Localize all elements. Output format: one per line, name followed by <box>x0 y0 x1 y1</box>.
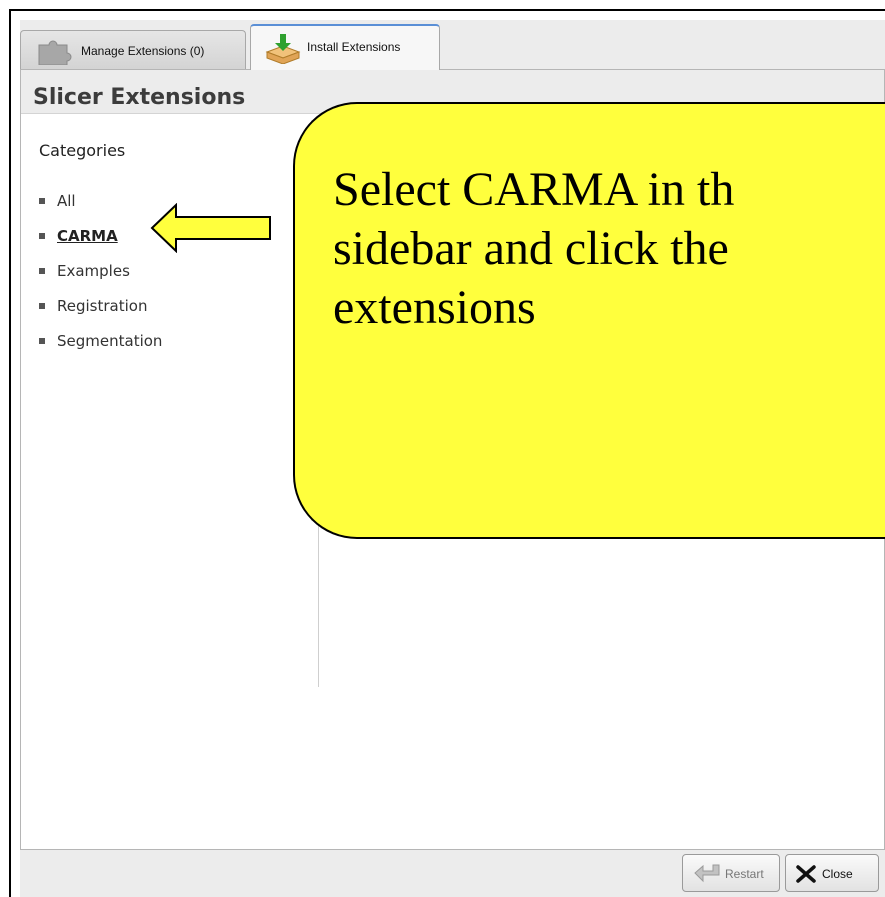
frame-border-top <box>9 9 885 11</box>
sidebar-heading: Categories <box>39 141 126 160</box>
instruction-callout: Select CARMA in th sidebar and click the… <box>293 102 885 539</box>
callout-line: sidebar and click the <box>333 222 729 275</box>
category-sidebar: Categories All CARMA Examples Registrati… <box>21 115 319 687</box>
category-label: Examples <box>57 261 130 280</box>
tab-manage-extensions-label: Manage Extensions (0) <box>81 44 205 58</box>
bullet-icon <box>39 302 45 309</box>
left-arrow-icon <box>150 202 272 258</box>
callout-line: extensions <box>333 281 536 334</box>
tab-install-extensions[interactable]: Install Extensions <box>250 24 440 70</box>
category-item-segmentation[interactable]: Segmentation <box>39 323 162 358</box>
tab-bar: Manage Extensions (0) Install Extensions <box>20 20 885 70</box>
close-button[interactable]: Close <box>785 854 879 892</box>
bullet-icon <box>39 337 45 344</box>
category-item-all[interactable]: All <box>39 183 162 218</box>
restart-arrow-icon <box>693 863 723 888</box>
callout-line: Select CARMA in th <box>333 163 735 216</box>
category-label: All <box>57 191 76 210</box>
restart-button[interactable]: Restart <box>682 854 780 892</box>
category-label: Segmentation <box>57 331 163 350</box>
tab-manage-extensions[interactable]: Manage Extensions (0) <box>20 30 246 70</box>
puzzle-icon <box>35 37 75 66</box>
close-button-label: Close <box>822 867 853 881</box>
category-list: All CARMA Examples Registration Segmenta… <box>39 183 162 358</box>
download-box-icon <box>263 34 303 65</box>
category-item-examples[interactable]: Examples <box>39 253 162 288</box>
page-title: Slicer Extensions <box>33 85 246 110</box>
bullet-icon <box>39 267 45 274</box>
tab-install-extensions-label: Install Extensions <box>307 40 401 54</box>
restart-button-label: Restart <box>725 867 764 881</box>
category-label: CARMA <box>57 226 118 245</box>
close-x-icon <box>796 865 816 886</box>
callout-text: Select CARMA in th sidebar and click the… <box>333 160 885 337</box>
category-label: Registration <box>57 296 148 315</box>
category-item-carma[interactable]: CARMA <box>39 218 162 253</box>
bullet-icon <box>39 232 45 239</box>
frame-border-left <box>9 9 11 897</box>
bullet-icon <box>39 197 45 204</box>
category-item-registration[interactable]: Registration <box>39 288 162 323</box>
